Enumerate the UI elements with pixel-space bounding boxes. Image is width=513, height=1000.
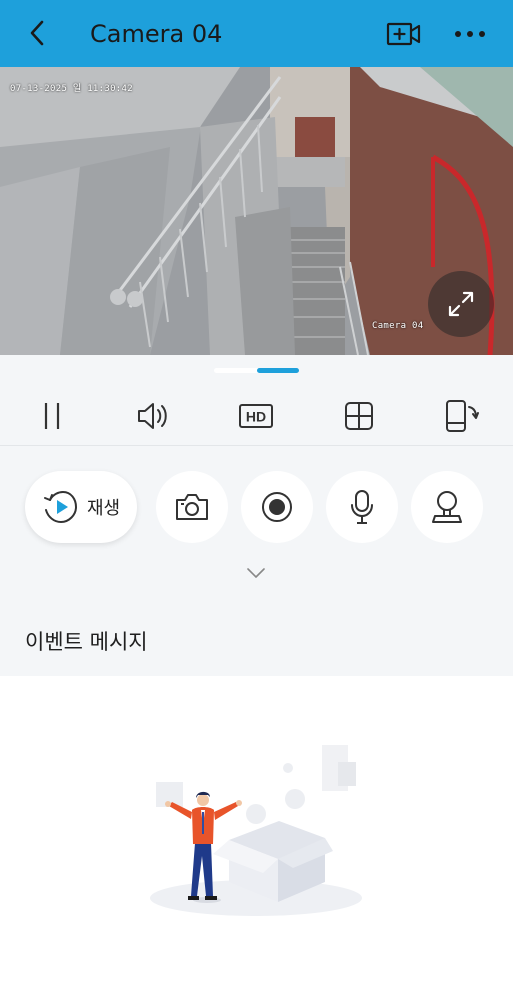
playback-icon [44, 490, 78, 524]
app-header: Camera 04 [0, 0, 513, 67]
split-view-button[interactable] [339, 397, 379, 435]
hd-button[interactable]: HD [236, 397, 276, 435]
hd-label: HD [246, 409, 266, 425]
talk-button[interactable] [326, 471, 398, 543]
ptz-icon [432, 491, 462, 523]
more-button[interactable] [452, 17, 488, 51]
fullscreen-button[interactable] [428, 271, 494, 337]
live-video[interactable]: 07-13-2025 일 11:30:42 Camera 04 [0, 67, 513, 355]
record-button[interactable] [241, 471, 313, 543]
page-indicator [0, 355, 513, 385]
controls-panel: 재생 이벤트 메시지 [0, 446, 513, 676]
page-indicator-active [257, 368, 299, 373]
video-toolbar: HD [0, 385, 513, 446]
grid-icon [345, 402, 373, 430]
add-video-button[interactable] [386, 17, 422, 51]
chevron-down-icon [247, 568, 265, 578]
volume-button[interactable] [133, 397, 173, 435]
ptz-button[interactable] [411, 471, 483, 543]
more-icon [455, 31, 485, 37]
video-camera-label: Camera 04 [372, 321, 424, 331]
playback-button[interactable]: 재생 [25, 471, 137, 543]
snapshot-button[interactable] [156, 471, 228, 543]
camera-icon [176, 494, 208, 520]
playback-label: 재생 [87, 498, 121, 519]
microphone-icon [351, 490, 373, 524]
empty-box-illustration [150, 745, 362, 916]
hd-icon: HD [239, 404, 273, 428]
page-title: Camera 04 [90, 20, 223, 48]
rotate-button[interactable] [441, 397, 481, 435]
record-icon [262, 492, 292, 522]
back-button[interactable] [22, 18, 52, 48]
volume-icon [138, 403, 167, 429]
back-chevron-icon [30, 20, 44, 46]
event-list-empty [0, 676, 513, 1000]
fullscreen-icon [448, 291, 474, 317]
add-video-icon [386, 22, 421, 46]
phone-rotate-icon [446, 400, 479, 432]
events-section-title: 이벤트 메시지 [25, 630, 148, 654]
pause-icon [44, 403, 60, 429]
expand-controls-button[interactable] [244, 562, 268, 584]
video-timestamp: 07-13-2025 일 11:30:42 [10, 84, 133, 94]
pause-button[interactable] [32, 397, 72, 435]
